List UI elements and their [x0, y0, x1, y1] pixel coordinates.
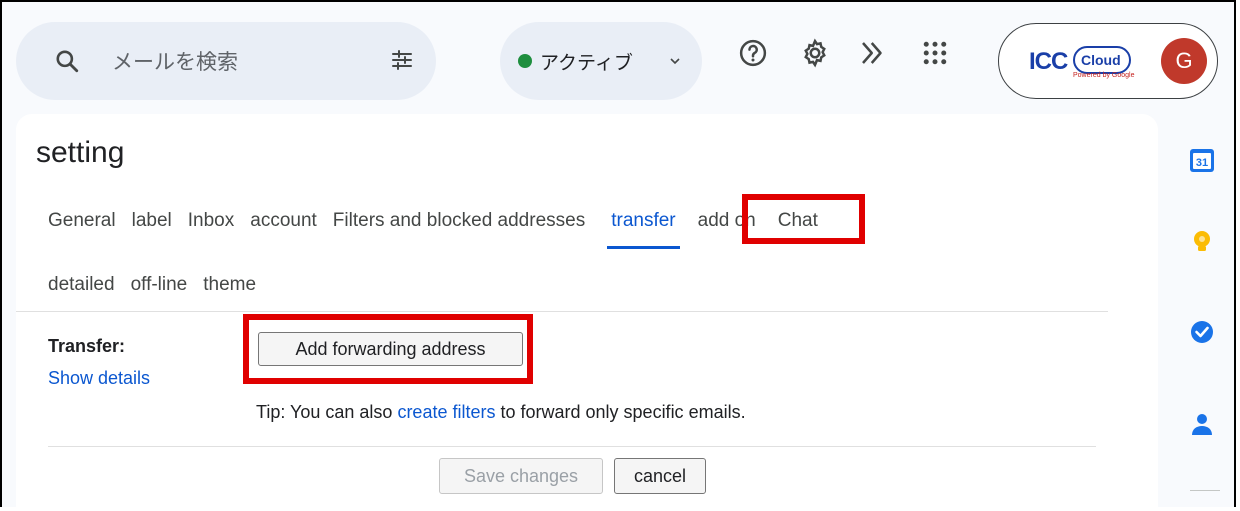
- tab-inbox[interactable]: Inbox: [188, 210, 234, 232]
- apps-grid-icon[interactable]: [920, 38, 950, 68]
- logo-cloud-badge: Cloud: [1073, 46, 1131, 74]
- status-label: アクティブ: [540, 53, 633, 74]
- show-details-link[interactable]: Show details: [48, 368, 150, 389]
- calendar-icon[interactable]: 31: [1188, 146, 1216, 174]
- tip-text: Tip: You can also create filters to forw…: [256, 402, 746, 422]
- tab-general[interactable]: General: [48, 210, 116, 232]
- search-bar[interactable]: メールを検索: [16, 22, 436, 100]
- keep-icon[interactable]: [1188, 228, 1216, 256]
- status-dot-icon: [518, 54, 532, 68]
- cancel-button[interactable]: cancel: [614, 458, 706, 494]
- save-changes-button[interactable]: Save changes: [439, 458, 603, 494]
- settings-panel: setting General label Inbox account Filt…: [16, 114, 1158, 511]
- search-icon[interactable]: [54, 48, 80, 74]
- create-filters-link[interactable]: create filters: [397, 402, 495, 422]
- chevron-down-icon: [670, 58, 680, 65]
- gemini-icon[interactable]: [858, 38, 888, 68]
- logo-powered-text: Powered by Google: [1073, 72, 1135, 79]
- settings-tabs-row-2: detailed off-line theme: [48, 274, 272, 296]
- search-input[interactable]: メールを検索: [112, 46, 238, 76]
- tab-detailed[interactable]: detailed: [48, 274, 115, 296]
- transfer-label: Transfer:: [48, 336, 126, 356]
- side-panel: 31: [1168, 114, 1238, 511]
- tab-label[interactable]: label: [132, 210, 172, 232]
- help-icon[interactable]: [738, 38, 768, 68]
- contacts-icon[interactable]: [1188, 410, 1216, 438]
- org-logo: ICC Cloud Powered by Google: [1029, 42, 1139, 82]
- tab-theme[interactable]: theme: [203, 274, 256, 296]
- tasks-icon[interactable]: [1188, 318, 1216, 346]
- account-switcher[interactable]: ICC Cloud Powered by Google G: [998, 23, 1218, 99]
- search-options-icon[interactable]: [390, 48, 414, 72]
- status-chip[interactable]: アクティブ: [500, 22, 702, 100]
- logo-text: ICC: [1029, 48, 1068, 75]
- tab-transfer[interactable]: transfer: [607, 210, 681, 249]
- divider: [16, 311, 1108, 312]
- calendar-date-label: 31: [1196, 157, 1208, 169]
- settings-tabs-row-1: General label Inbox account Filters and …: [48, 210, 834, 249]
- page-title: setting: [36, 136, 125, 169]
- tab-off-line[interactable]: off-line: [131, 274, 188, 296]
- tab-filters[interactable]: Filters and blocked addresses: [333, 210, 585, 232]
- gear-icon[interactable]: [800, 38, 830, 68]
- divider: [1190, 490, 1220, 491]
- tab-account[interactable]: account: [250, 210, 317, 232]
- highlight-box-transfer-tab: [742, 194, 865, 244]
- app-window: メールを検索 アクティブ ICC Cloud Powered by Google…: [0, 0, 1236, 511]
- add-forwarding-address-button[interactable]: Add forwarding address: [258, 332, 523, 366]
- divider: [48, 446, 1096, 447]
- avatar[interactable]: G: [1161, 38, 1207, 84]
